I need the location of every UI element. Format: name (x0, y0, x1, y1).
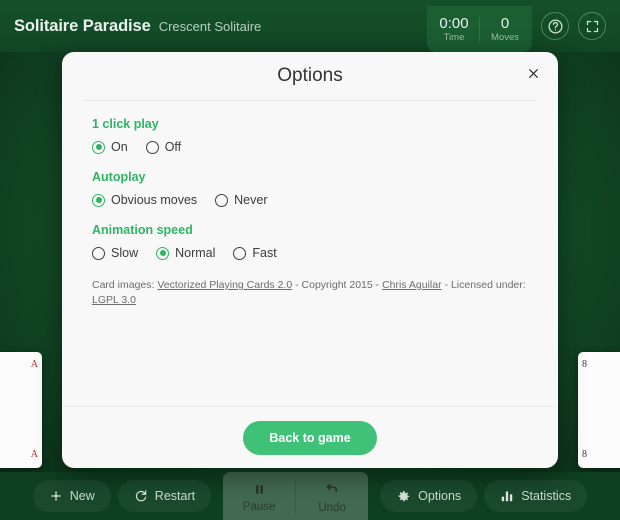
options-dialog: Options 1 click play On Off Autoplay Obv… (62, 52, 558, 468)
radio-label: Normal (175, 246, 216, 260)
radio-mark-icon (233, 246, 247, 260)
header-right-controls: 0:00 Time 0 Moves (427, 0, 606, 52)
bottom-toolbar: New Restart Pause Undo Options Statistic… (0, 472, 620, 520)
radio-mark-icon (92, 140, 105, 154)
timer-stat: 0:00 Time (429, 9, 479, 50)
card-pip: A (30, 359, 38, 370)
group-label: Animation speed (92, 223, 193, 237)
dialog-title: Options (277, 65, 343, 86)
radio-option-slow[interactable]: Slow (92, 246, 138, 260)
gear-icon (396, 489, 411, 504)
dialog-footer: Back to game (62, 406, 558, 468)
app-title: Solitaire Paradise (14, 16, 151, 35)
radio-mark-icon (145, 140, 159, 154)
radio-row: On Off (92, 140, 528, 154)
option-group-animation-speed: Animation speed Slow Normal Fast (92, 223, 528, 260)
pause-icon (253, 483, 266, 499)
radio-label: Slow (111, 246, 139, 260)
radio-mark-icon (92, 246, 105, 260)
undo-label: Undo (318, 502, 346, 514)
back-to-game-button[interactable]: Back to game (243, 420, 377, 455)
group-label: Autoplay (92, 170, 146, 184)
moves-value: 0 (500, 14, 510, 32)
moves-stat: 0 Moves (480, 9, 530, 50)
card-pip: 8 (582, 449, 587, 460)
credits-license-link[interactable]: LGPL 3.0 (92, 294, 136, 306)
credits-cards-link[interactable]: Vectorized Playing Cards 2.0 (157, 279, 292, 291)
radio-option-never[interactable]: Never (215, 193, 268, 207)
radio-row: Obvious moves Never (92, 193, 528, 207)
radio-option-on[interactable]: On (92, 140, 128, 154)
board-card-right[interactable]: 8 8 (578, 352, 620, 468)
credits-line: Card images: Vectorized Playing Cards 2.… (92, 278, 528, 307)
bar-chart-icon (500, 489, 514, 503)
header-stats-panel: 0:00 Time 0 Moves (427, 6, 532, 52)
radio-mark-icon (92, 193, 105, 207)
dialog-body: 1 click play On Off Autoplay Obvious mov… (62, 101, 558, 406)
option-group-autoplay: Autoplay Obvious moves Never (92, 170, 528, 207)
radio-label: Fast (252, 246, 277, 260)
options-button[interactable]: Options (380, 480, 478, 512)
card-pip: A (30, 449, 38, 460)
options-label: Options (418, 489, 462, 503)
new-game-button[interactable]: New (32, 480, 111, 512)
radio-mark-icon (156, 246, 170, 260)
help-circle-icon[interactable] (541, 12, 569, 40)
radio-label: Obvious moves (111, 193, 198, 207)
radio-label: Never (234, 193, 268, 207)
credits-prefix: Card images: (92, 279, 158, 291)
credits-mid1: - Copyright 2015 - (292, 279, 383, 291)
undo-arrow-icon (325, 482, 340, 500)
moves-label: Moves (491, 31, 519, 43)
statistics-label: Statistics (521, 489, 572, 503)
radio-mark-icon (215, 193, 229, 207)
group-label: 1 click play (92, 117, 159, 131)
board-card-left[interactable]: A A (0, 352, 42, 468)
pause-button[interactable]: Pause (223, 472, 295, 520)
refresh-icon (134, 489, 148, 503)
radio-option-normal[interactable]: Normal (156, 246, 215, 260)
card-pip: 8 (582, 359, 587, 370)
fullscreen-icon[interactable] (578, 12, 606, 40)
game-variant-label: Crescent Solitaire (158, 18, 262, 34)
app-header: Solitaire Paradise Crescent Solitaire 0:… (0, 0, 620, 52)
credits-mid2: - Licensed under: (441, 279, 526, 291)
modal-overlay: Options 1 click play On Off Autoplay Obv… (0, 0, 620, 520)
radio-option-fast[interactable]: Fast (233, 246, 277, 260)
radio-row: Slow Normal Fast (92, 246, 528, 260)
plus-icon (49, 489, 63, 503)
new-game-label: New (69, 489, 95, 503)
timer-label: Time (443, 31, 465, 43)
pause-undo-group: Pause Undo (223, 472, 369, 520)
radio-option-off[interactable]: Off (145, 140, 182, 154)
radio-label: Off (164, 140, 182, 154)
restart-button[interactable]: Restart (117, 480, 212, 512)
credits-author-link[interactable]: Chris Aguilar (382, 279, 442, 291)
undo-button[interactable]: Undo (296, 472, 368, 520)
timer-value: 0:00 (439, 14, 469, 32)
radio-option-obvious-moves[interactable]: Obvious moves (92, 193, 197, 207)
radio-label: On (111, 140, 128, 154)
statistics-button[interactable]: Statistics (484, 480, 588, 512)
restart-label: Restart (154, 489, 196, 503)
brand: Solitaire Paradise Crescent Solitaire (14, 17, 261, 36)
option-group-1-click-play: 1 click play On Off (92, 117, 528, 154)
pause-label: Pause (242, 501, 276, 513)
dialog-header: Options (62, 52, 558, 100)
close-icon[interactable] (520, 60, 546, 86)
